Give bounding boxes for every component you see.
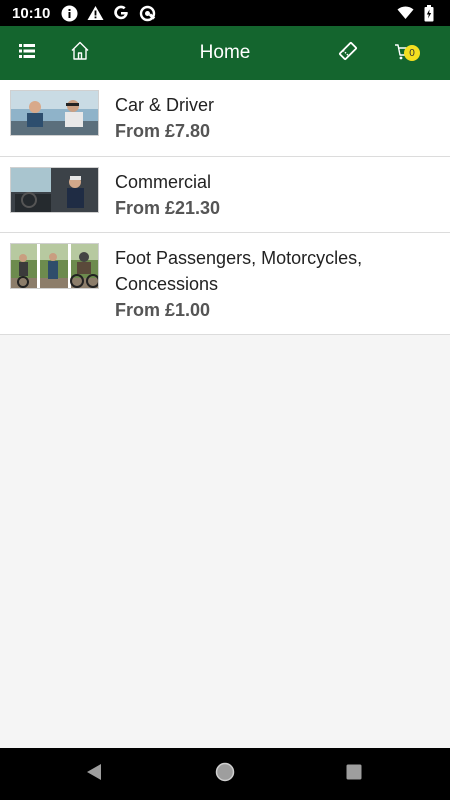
home-button[interactable] (53, 26, 107, 80)
menu-icon (19, 43, 35, 63)
status-bar: 10:10 (0, 0, 450, 26)
info-icon (60, 4, 78, 22)
recents-icon (346, 764, 362, 785)
back-button[interactable] (64, 748, 124, 800)
menu-button[interactable] (0, 26, 54, 80)
ticket-icon (338, 41, 358, 66)
tickets-button[interactable] (321, 26, 375, 80)
system-nav-bar (0, 748, 450, 800)
warning-icon (86, 4, 104, 22)
cart-button[interactable]: 0 (376, 26, 438, 80)
system-home-button[interactable] (195, 748, 255, 800)
product-name: Car & Driver (115, 95, 215, 115)
cart-count-badge: 0 (404, 45, 420, 61)
wifi-icon (396, 4, 414, 22)
list-item-car-driver[interactable]: Car & Driver From £7.80 (0, 80, 450, 157)
back-icon (86, 763, 102, 786)
passengers-motorcycles-image (10, 243, 99, 289)
app-bar: Home 0 (0, 26, 450, 80)
product-name: Commercial (115, 172, 212, 192)
product-list: Car & Driver From £7.80 Commercial From … (0, 80, 450, 335)
home-icon (70, 41, 90, 65)
product-price: From £7.80 (115, 121, 211, 141)
sync-icon (138, 4, 156, 22)
commercial-van-image (10, 167, 99, 213)
product-price: From £1.00 (115, 300, 211, 320)
product-name: Foot Passengers, Motorcycles, Concession… (115, 248, 363, 294)
google-icon (112, 4, 130, 22)
status-time: 10:10 (12, 4, 51, 22)
product-price: From £21.30 (115, 198, 221, 218)
recents-button[interactable] (324, 748, 384, 800)
home-circle-icon (215, 762, 235, 787)
battery-icon (420, 4, 438, 22)
list-item-commercial[interactable]: Commercial From £21.30 (0, 157, 450, 233)
car-driver-image (10, 90, 99, 136)
list-item-foot-passengers[interactable]: Foot Passengers, Motorcycles, Concession… (0, 233, 450, 335)
